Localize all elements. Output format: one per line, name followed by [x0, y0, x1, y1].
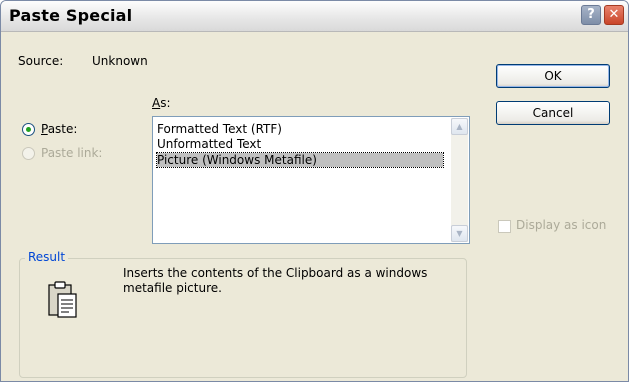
dialog-title: Paste Special — [9, 6, 133, 25]
scroll-up-button[interactable]: ▲ — [451, 118, 468, 135]
paste-special-dialog: Paste Special ? ✕ Source: Unknown As: Pa… — [0, 0, 629, 382]
as-label-accel: A — [152, 96, 161, 110]
as-label: As: — [152, 96, 171, 110]
help-button[interactable]: ? — [581, 5, 601, 25]
as-label-rest: s: — [160, 96, 171, 110]
paste-radio[interactable] — [22, 123, 35, 136]
paste-radio-label[interactable]: Paste: — [41, 122, 77, 136]
list-item-unformatted-text[interactable]: Unformatted Text — [157, 137, 443, 151]
source-label: Source: — [18, 54, 64, 68]
paste-label-accel: P — [41, 122, 48, 136]
list-item-rtf[interactable]: Formatted Text (RTF) — [157, 122, 443, 136]
display-as-icon-checkbox[interactable] — [498, 220, 511, 233]
cancel-button[interactable]: Cancel — [496, 101, 610, 125]
source-value: Unknown — [92, 54, 148, 68]
display-as-icon-label[interactable]: Display as icon — [516, 218, 606, 232]
result-description: Inserts the contents of the Clipboard as… — [123, 266, 428, 295]
as-format-list[interactable]: Formatted Text (RTF) Unformatted Text Pi… — [152, 116, 470, 244]
close-button[interactable]: ✕ — [604, 5, 624, 25]
list-item-picture-metafile[interactable]: Picture (Windows Metafile) — [156, 152, 444, 168]
ok-button[interactable]: OK — [496, 64, 610, 88]
list-scrollbar[interactable]: ▲ ▼ — [451, 118, 468, 242]
paste-link-label[interactable]: Paste link: — [41, 146, 102, 160]
clipboard-icon — [48, 281, 77, 318]
result-legend: Result — [25, 250, 69, 264]
help-icon: ? — [587, 7, 595, 22]
paste-link-radio[interactable] — [22, 147, 35, 160]
paste-label-rest: aste: — [47, 122, 78, 136]
scroll-down-button[interactable]: ▼ — [451, 225, 468, 242]
title-bar[interactable]: Paste Special ? ✕ — [1, 1, 628, 32]
chevron-down-icon: ▼ — [456, 229, 463, 238]
close-icon: ✕ — [608, 7, 620, 22]
chevron-up-icon: ▲ — [456, 122, 463, 131]
